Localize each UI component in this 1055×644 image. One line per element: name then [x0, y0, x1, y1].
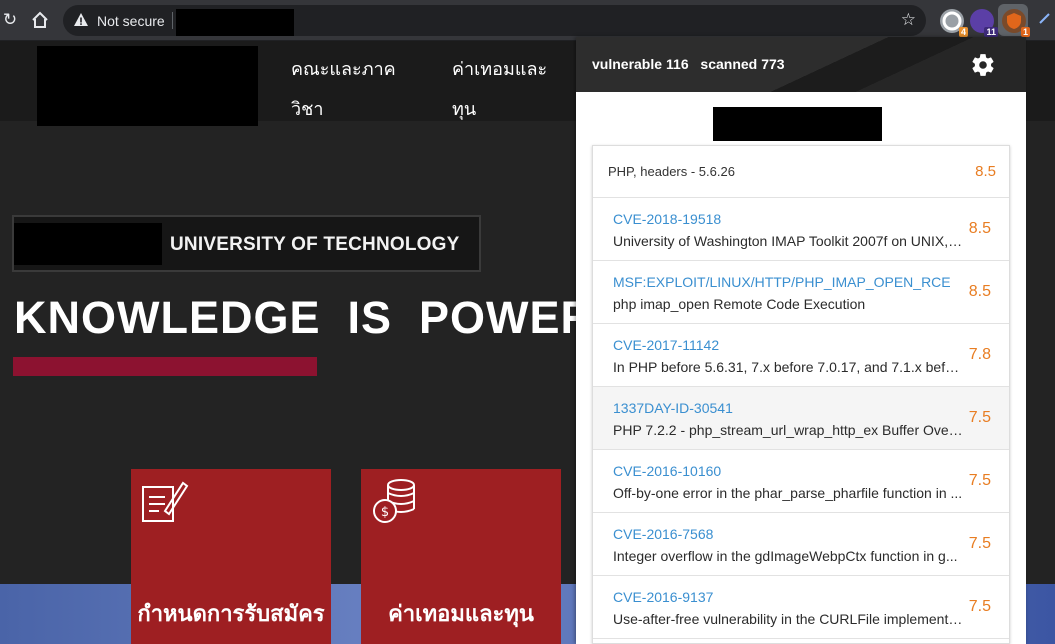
vulnerability-row[interactable]: CVE-2016-7568 Integer overflow in the gd…: [593, 513, 1009, 576]
vulnerability-row[interactable]: CVE-2018-19518 University of Washington …: [593, 198, 1009, 261]
vulnerability-description: In PHP before 5.6.31, 7.x before 7.0.17,…: [613, 359, 963, 375]
security-status[interactable]: Not secure: [97, 13, 165, 29]
vulnerability-id-link[interactable]: 1337DAY-ID-30541: [613, 400, 733, 416]
scan-stats: vulnerable 116 scanned 773: [592, 56, 789, 72]
extension-purple-icon[interactable]: 11: [970, 9, 998, 37]
redacted-url[interactable]: [176, 9, 294, 36]
separator: [172, 12, 173, 29]
redacted-hostname: [713, 107, 882, 141]
vulnerability-id-link[interactable]: CVE-2016-10160: [613, 463, 721, 479]
vulnerability-id-link[interactable]: CVE-2016-9137: [613, 589, 713, 605]
tile-label: กำหนดการรับสมัคร: [137, 601, 325, 626]
vulnerability-id-link[interactable]: CVE-2016-7568: [613, 526, 713, 542]
nav-faculty[interactable]: คณะและภาค วิชา: [291, 49, 411, 129]
nav-tuition-line2: ทุน: [452, 99, 477, 119]
vulnerability-row[interactable]: CVE-2017-11142 In PHP before 5.6.31, 7.x…: [593, 324, 1009, 387]
nav-tuition-line1: ค่าเทอมและ: [452, 59, 548, 79]
software-score: 8.5: [975, 163, 996, 180]
vulnerability-score: 7.5: [968, 472, 991, 489]
accent-bar: [13, 357, 317, 376]
home-icon[interactable]: [30, 10, 50, 30]
vulnerability-description: Integer overflow in the gdImageWebpCtx f…: [613, 548, 958, 564]
vulnerability-description: Use-after-free vulnerability in the CURL…: [613, 611, 963, 627]
site-logo-redacted[interactable]: [37, 46, 258, 126]
pen-icon[interactable]: [1035, 10, 1055, 30]
vulnerability-description: Off-by-one error in the phar_parse_pharf…: [613, 485, 963, 501]
vulnerability-scanner-popup: vulnerable 116 scanned 773 PHP, headers - …: [576, 37, 1026, 644]
nav-faculty-line1: คณะและภาค: [291, 59, 396, 79]
vulnerability-score: 7.8: [968, 346, 991, 363]
tile-admission-schedule[interactable]: กำหนดการรับสมัคร: [131, 469, 331, 644]
warning-icon: [74, 13, 88, 26]
application-form-icon: [142, 481, 189, 522]
hero-headline: KNOWLEDGE IS POWER: [14, 292, 595, 343]
university-banner: UNIVERSITY OF TECHNOLOGY: [12, 215, 481, 272]
vulnerability-id-link[interactable]: CVE-2018-19518: [613, 211, 721, 227]
nav-faculty-line2: วิชา: [291, 99, 324, 119]
vulnerability-row[interactable]: MSF:EXPLOIT/LINUX/HTTP/PHP_IMAP_OPEN_RCE…: [593, 261, 1009, 324]
browser-toolbar: ↻ Not secure ☆ 4 11 1: [0, 0, 1055, 41]
vulnerability-description: University of Washington IMAP Toolkit 20…: [613, 233, 963, 249]
coin-stack-icon: $: [373, 479, 415, 523]
extension-orange-shield-icon[interactable]: 1: [1002, 9, 1030, 37]
gear-icon[interactable]: [970, 52, 996, 78]
redacted-university-name: [14, 223, 162, 265]
vulnerability-score: 7.5: [968, 598, 991, 615]
popup-header: vulnerable 116 scanned 773: [576, 37, 1026, 92]
reload-icon[interactable]: ↻: [0, 10, 20, 30]
extension-badge: 11: [984, 27, 998, 37]
vulnerability-description: php imap_open Remote Code Execution: [613, 296, 866, 312]
vulnerability-description: PHP 7.2.2 - php_stream_url_wrap_http_ex …: [613, 422, 963, 438]
scanned-label: scanned: [700, 56, 758, 72]
vulnerability-score: 8.5: [968, 220, 991, 237]
vulnerable-count: 116: [666, 56, 689, 72]
vulnerability-row[interactable]: CVE-2016-10160 Off-by-one error in the p…: [593, 450, 1009, 513]
vulnerability-score: 7.5: [968, 409, 991, 426]
vulnerability-row[interactable]: CVE-2016-9137 Use-after-free vulnerabili…: [593, 576, 1009, 639]
vulnerable-label: vulnerable: [592, 56, 663, 72]
vulnerability-row-hovered[interactable]: 1337DAY-ID-30541 PHP 7.2.2 - php_stream_…: [593, 387, 1009, 450]
extension-cyan-circle-icon[interactable]: 4: [940, 9, 968, 37]
software-header[interactable]: PHP, headers - 5.6.26 8.5: [593, 146, 1009, 198]
university-label: UNIVERSITY OF TECHNOLOGY: [170, 234, 460, 255]
software-title: PHP, headers - 5.6.26: [608, 164, 735, 179]
vulnerability-list: PHP, headers - 5.6.26 8.5 CVE-2018-19518…: [592, 145, 1010, 644]
nav-tuition[interactable]: ค่าเทอมและ ทุน: [452, 49, 562, 129]
tile-label: ค่าเทอมและทุน: [388, 601, 534, 626]
tile-tuition-scholarship[interactable]: $ ค่าเทอมและทุน: [361, 469, 561, 644]
address-bar[interactable]: Not secure ☆: [63, 5, 926, 36]
vulnerability-id-link[interactable]: CVE-2017-11142: [613, 337, 719, 353]
vulnerability-id-link[interactable]: MSF:EXPLOIT/LINUX/HTTP/PHP_IMAP_OPEN_RCE: [613, 274, 951, 290]
vulnerability-score: 8.5: [968, 283, 991, 300]
bookmark-star-icon[interactable]: ☆: [901, 10, 916, 30]
svg-text:$: $: [381, 505, 389, 520]
extension-badge: 1: [1020, 27, 1030, 37]
scanned-count: 773: [761, 56, 785, 72]
extension-badge: 4: [958, 27, 968, 37]
vulnerability-score: 7.5: [968, 535, 991, 552]
